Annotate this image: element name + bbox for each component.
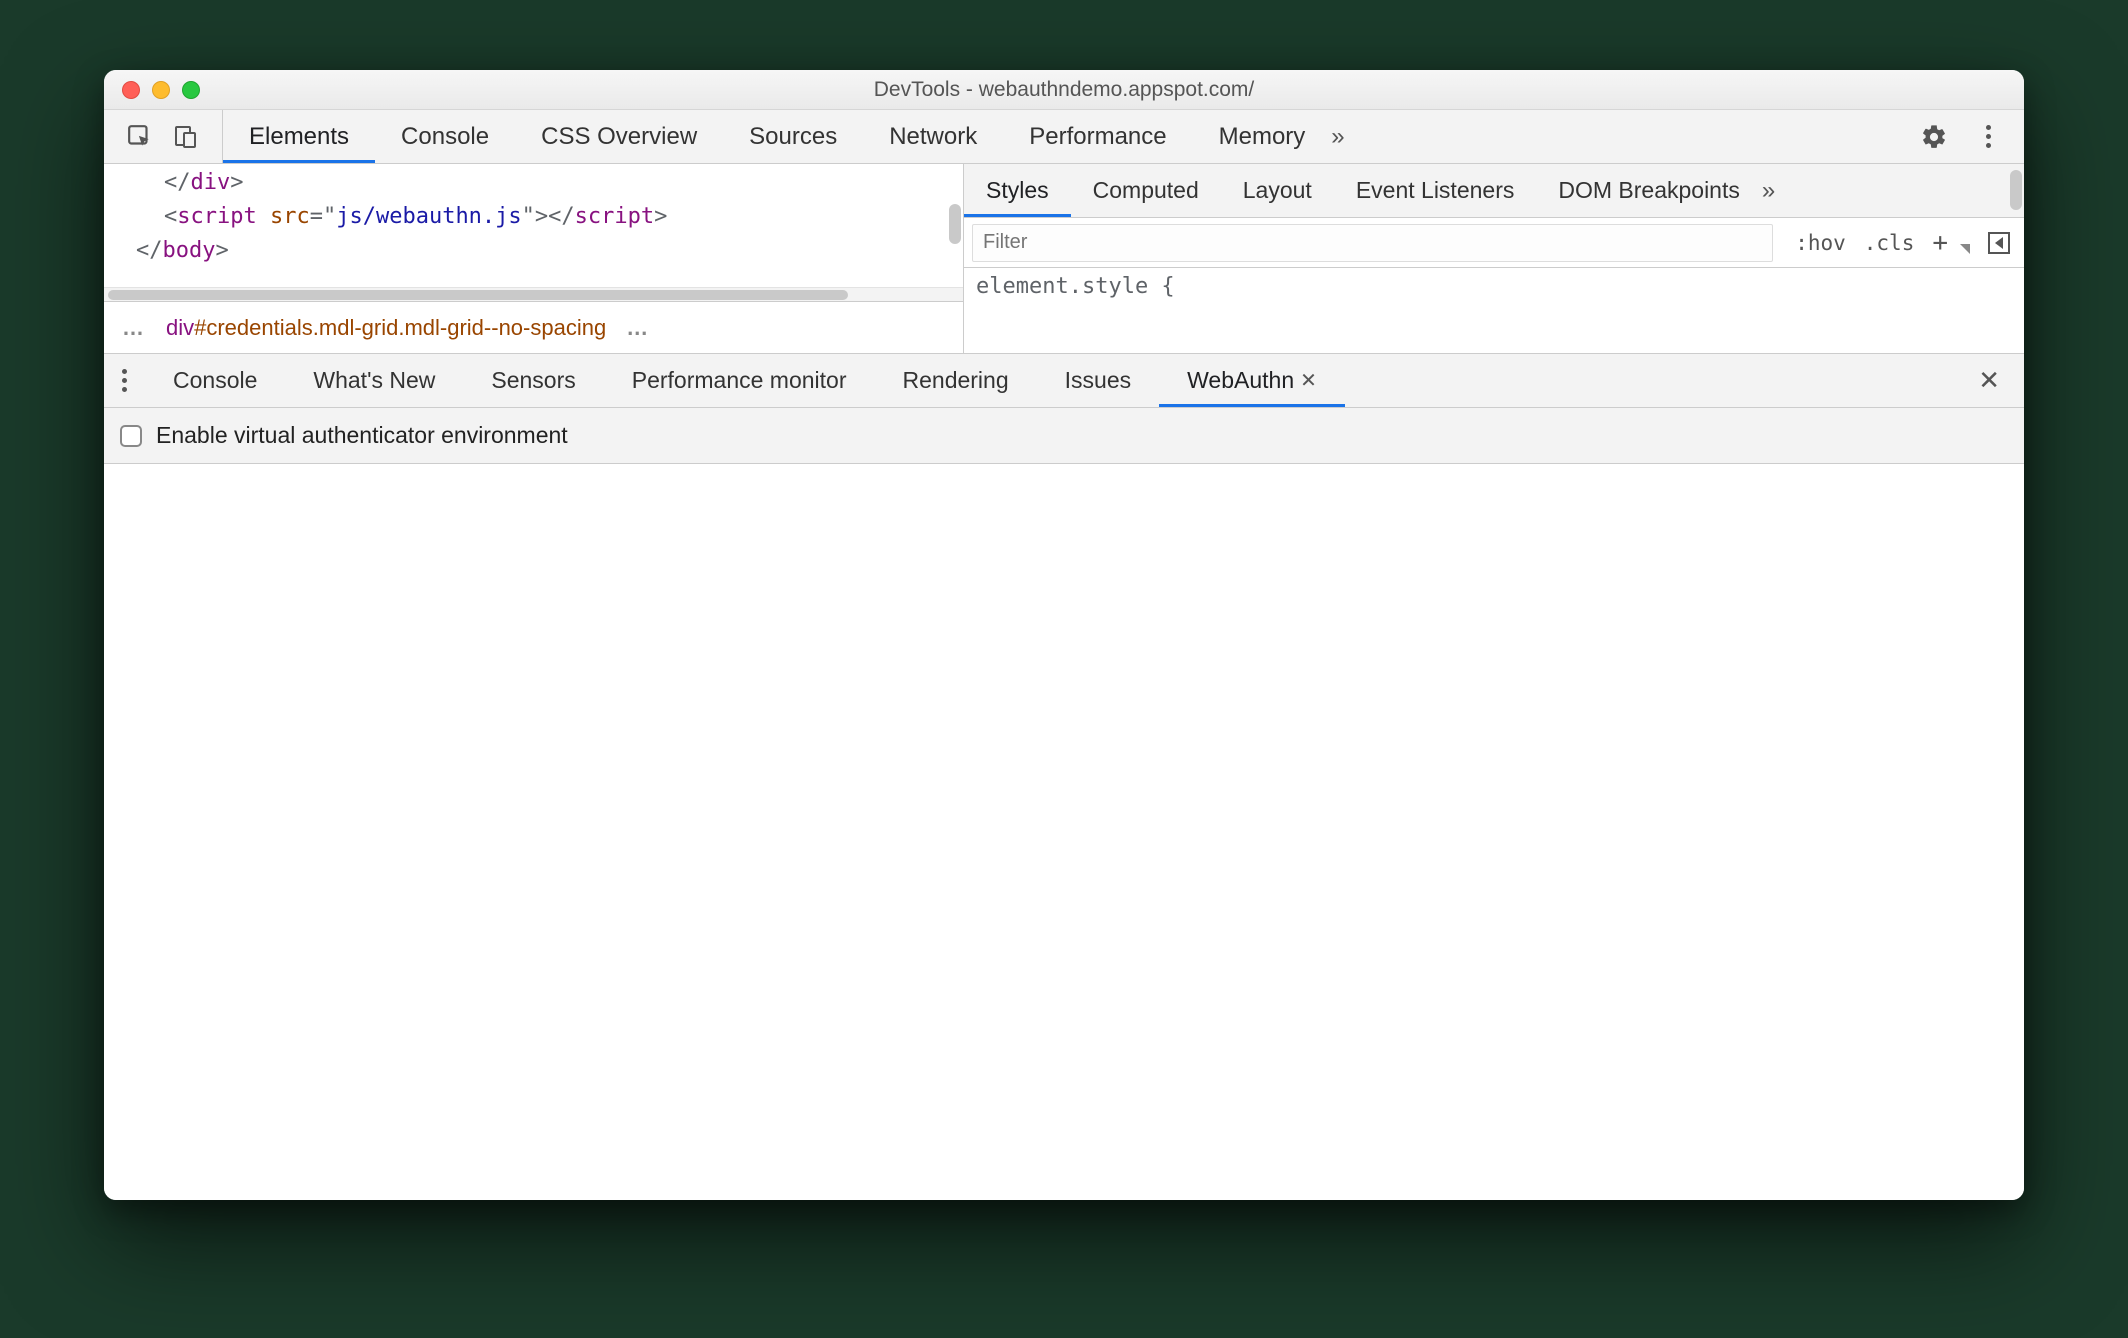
subtab-dom-breakpoints[interactable]: DOM Breakpoints	[1536, 164, 1762, 217]
enable-virtual-authenticator-label: Enable virtual authenticator environment	[156, 422, 568, 449]
horizontal-scrollbar[interactable]	[104, 287, 963, 301]
vertical-scrollbar-thumb[interactable]	[949, 204, 961, 244]
drawer-tab-rendering[interactable]: Rendering	[875, 354, 1037, 407]
dom-tree[interactable]: </div> <script src="js/webauthn.js"></sc…	[104, 164, 963, 287]
devtools-window: DevTools - webauthndemo.appspot.com/ Ele…	[104, 70, 2024, 1200]
styles-filter-input[interactable]	[972, 224, 1773, 262]
close-tab-icon[interactable]: ✕	[1300, 368, 1317, 393]
breadcrumb-ellipsis-right[interactable]: …	[618, 315, 658, 341]
close-drawer-icon[interactable]: ✕	[1954, 365, 2024, 396]
tab-sources[interactable]: Sources	[723, 110, 863, 163]
tab-console[interactable]: Console	[375, 110, 515, 163]
styles-vertical-scrollbar-thumb[interactable]	[2010, 170, 2022, 210]
new-style-rule-icon[interactable]: +	[1932, 228, 1948, 258]
more-tabs-icon[interactable]: »	[1331, 123, 1344, 151]
breadcrumb: … div#credentials.mdl-grid.mdl-grid--no-…	[104, 301, 963, 353]
split-panel: </div> <script src="js/webauthn.js"></sc…	[104, 164, 2024, 354]
tab-performance[interactable]: Performance	[1003, 110, 1192, 163]
hov-toggle[interactable]: :hov	[1795, 231, 1846, 255]
styles-tab-strip: Styles Computed Layout Event Listeners D…	[964, 164, 2024, 218]
window-title: DevTools - webauthndemo.appspot.com/	[104, 78, 2024, 102]
inspect-element-icon[interactable]	[126, 123, 154, 151]
toggle-computed-sidebar-icon[interactable]	[1988, 232, 2010, 254]
drawer-tab-issues[interactable]: Issues	[1037, 354, 1159, 407]
drawer-tab-console[interactable]: Console	[145, 354, 285, 407]
element-style-rule: element.style {	[976, 274, 1175, 299]
subtab-event-listeners[interactable]: Event Listeners	[1334, 164, 1537, 217]
breadcrumb-node[interactable]: div#credentials.mdl-grid.mdl-grid--no-sp…	[166, 315, 606, 341]
settings-gear-icon[interactable]	[1920, 123, 1948, 151]
more-subtabs-icon[interactable]: »	[1762, 177, 1775, 205]
tab-elements[interactable]: Elements	[223, 110, 375, 163]
enable-virtual-authenticator-checkbox[interactable]	[120, 425, 142, 447]
subtab-layout[interactable]: Layout	[1221, 164, 1334, 217]
drawer-tab-strip: Console What's New Sensors Performance m…	[104, 354, 2024, 408]
webauthn-toolbar: Enable virtual authenticator environment	[104, 408, 2024, 464]
elements-panel: </div> <script src="js/webauthn.js"></sc…	[104, 164, 964, 353]
drawer-tab-webauthn[interactable]: WebAuthn ✕	[1159, 354, 1345, 407]
drawer-tab-performance-monitor[interactable]: Performance monitor	[604, 354, 875, 407]
device-toolbar-icon[interactable]	[172, 123, 200, 151]
styles-filter-bar: :hov .cls +	[964, 218, 2024, 268]
drawer-tab-sensors[interactable]: Sensors	[463, 354, 603, 407]
cls-toggle[interactable]: .cls	[1864, 231, 1915, 255]
tab-memory[interactable]: Memory	[1193, 110, 1332, 163]
main-tab-strip: Elements Console CSS Overview Sources Ne…	[104, 110, 2024, 164]
subtab-computed[interactable]: Computed	[1071, 164, 1221, 217]
tab-network[interactable]: Network	[863, 110, 1003, 163]
webauthn-empty-area	[104, 464, 2024, 1200]
drawer-tab-whats-new[interactable]: What's New	[285, 354, 463, 407]
breadcrumb-ellipsis-left[interactable]: …	[114, 315, 154, 341]
styles-panel: Styles Computed Layout Event Listeners D…	[964, 164, 2024, 353]
subtab-styles[interactable]: Styles	[964, 164, 1071, 217]
dropdown-corner-icon[interactable]	[1960, 244, 1970, 254]
tab-css-overview[interactable]: CSS Overview	[515, 110, 723, 163]
drawer-menu-icon[interactable]	[104, 369, 145, 392]
more-menu-icon[interactable]	[1974, 123, 2002, 151]
styles-rules-area[interactable]: element.style {	[964, 268, 2024, 353]
inspect-group	[104, 110, 223, 163]
titlebar: DevTools - webauthndemo.appspot.com/	[104, 70, 2024, 110]
scrollbar-thumb[interactable]	[108, 290, 848, 300]
